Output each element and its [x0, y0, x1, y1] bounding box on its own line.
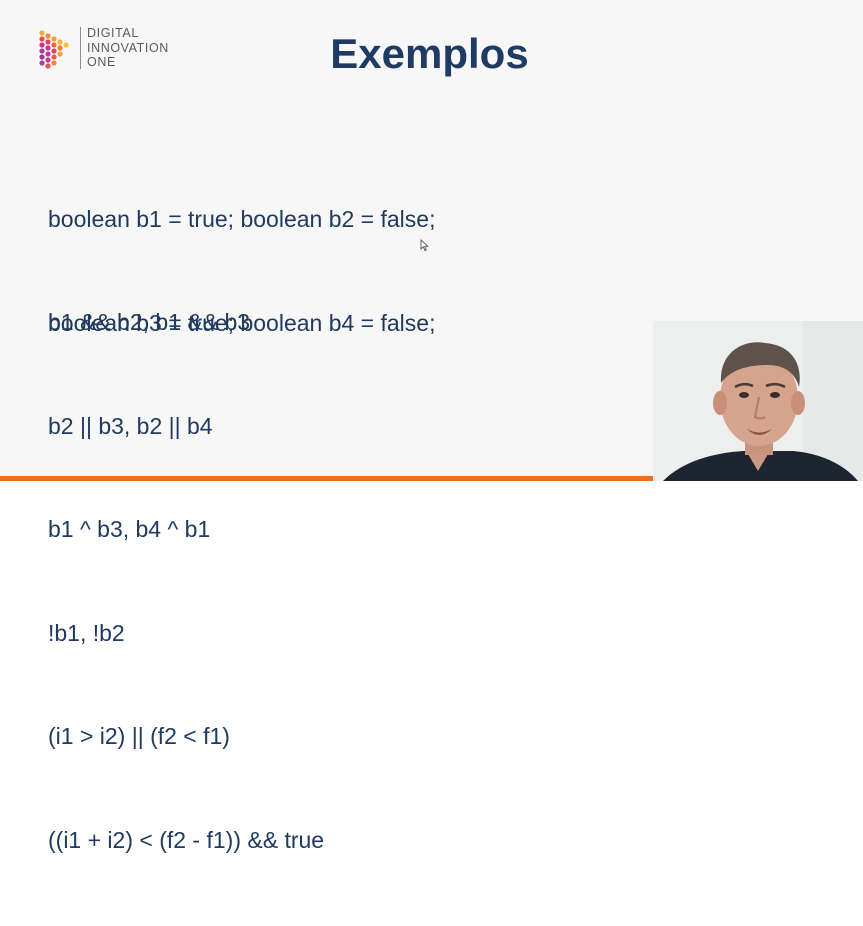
expression-line: b2 || b3, b2 || b4: [48, 412, 213, 439]
declaration-line: boolean b1 = true; boolean b2 = false;: [48, 206, 436, 232]
slide-title-text: Exemplos: [330, 30, 529, 77]
slide: DIGITAL INNOVATION ONE Exemplos boolean …: [0, 0, 863, 853]
expression-line: b1 && b2, b1 && b3: [48, 309, 251, 335]
expression-line: !b1, !b2: [48, 619, 125, 646]
expressions-block: b1 && b2, b1 && b3 b2 || b3, b2 || b4 b1…: [48, 236, 324, 926]
presenter-webcam: [653, 321, 863, 481]
presenter-webcam-icon: [653, 321, 863, 481]
expression-line: b1 ^ b3, b4 ^ b1: [48, 516, 211, 542]
mouse-pointer-icon: [420, 239, 429, 252]
slide-title: Exemplos: [0, 30, 863, 78]
expression-line: ((i1 + i2) < (f2 - f1)) && true: [48, 826, 325, 853]
expression-line: (i1 > i2) || (f2 < f1): [48, 723, 230, 749]
